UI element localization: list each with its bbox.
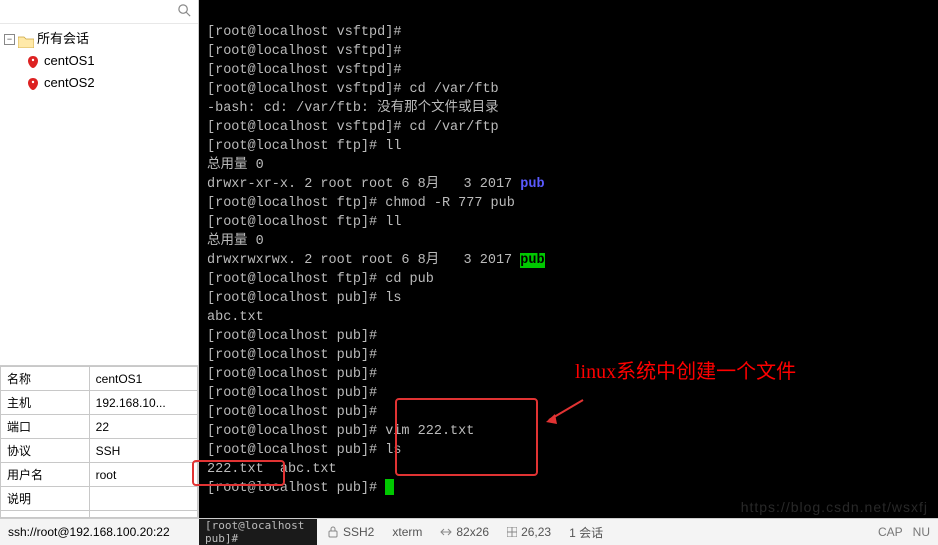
- watermark: https://blog.csdn.net/wsxfj: [741, 499, 928, 515]
- tree-root-label: 所有会话: [37, 28, 89, 50]
- search-row: [0, 0, 198, 24]
- status-connection: ssh://root@192.168.100.20:22: [0, 525, 199, 539]
- session-icon: [26, 76, 40, 90]
- dir-pub-highlighted: pub: [520, 253, 544, 268]
- status-cursor-pos: 26,23: [507, 525, 551, 539]
- session-item-centos2[interactable]: centOS2: [2, 72, 196, 94]
- session-sidebar: − 所有会话 centOS1 centOS2 名: [0, 0, 199, 518]
- session-tree: − 所有会话 centOS1 centOS2: [0, 24, 198, 98]
- annotation-text: linux系统中创建一个文件: [575, 355, 796, 384]
- prop-row-port: 端口22: [1, 415, 198, 439]
- prop-row-proto: 协议SSH: [1, 439, 198, 463]
- status-term: xterm: [392, 525, 422, 539]
- terminal-cursor: [385, 479, 394, 495]
- annotation-arrow: [545, 398, 585, 428]
- lock-icon: [327, 526, 339, 538]
- session-item-centos1[interactable]: centOS1: [2, 50, 196, 72]
- grid-icon: [507, 527, 517, 537]
- tree-collapse-icon[interactable]: −: [4, 34, 15, 45]
- status-dark-strip: [root@localhost pub]#: [199, 519, 317, 545]
- status-cap: CAP: [878, 525, 903, 539]
- session-properties: 名称centOS1 主机192.168.10... 端口22 协议SSH 用户名…: [0, 365, 198, 518]
- status-session-count: 1 会话: [569, 524, 603, 541]
- tree-root-all-sessions[interactable]: − 所有会话: [2, 28, 196, 50]
- search-icon[interactable]: [177, 3, 192, 21]
- terminal[interactable]: [root@localhost vsftpd]# [root@localhost…: [199, 0, 938, 518]
- folder-icon: [18, 33, 34, 46]
- status-size: 82x26: [440, 525, 489, 539]
- dir-pub: pub: [520, 177, 544, 192]
- session-icon: [26, 54, 40, 68]
- status-protocol: SSH2: [327, 525, 374, 539]
- session-label: centOS1: [44, 50, 95, 72]
- status-bar: ssh://root@192.168.100.20:22 [root@local…: [0, 518, 938, 545]
- prop-row-desc: 说明: [1, 487, 198, 511]
- session-label: centOS2: [44, 72, 95, 94]
- status-num: NU: [913, 525, 930, 539]
- prop-row-name: 名称centOS1: [1, 367, 198, 391]
- prop-row-user: 用户名root: [1, 463, 198, 487]
- size-icon: [440, 527, 452, 537]
- prop-row-host: 主机192.168.10...: [1, 391, 198, 415]
